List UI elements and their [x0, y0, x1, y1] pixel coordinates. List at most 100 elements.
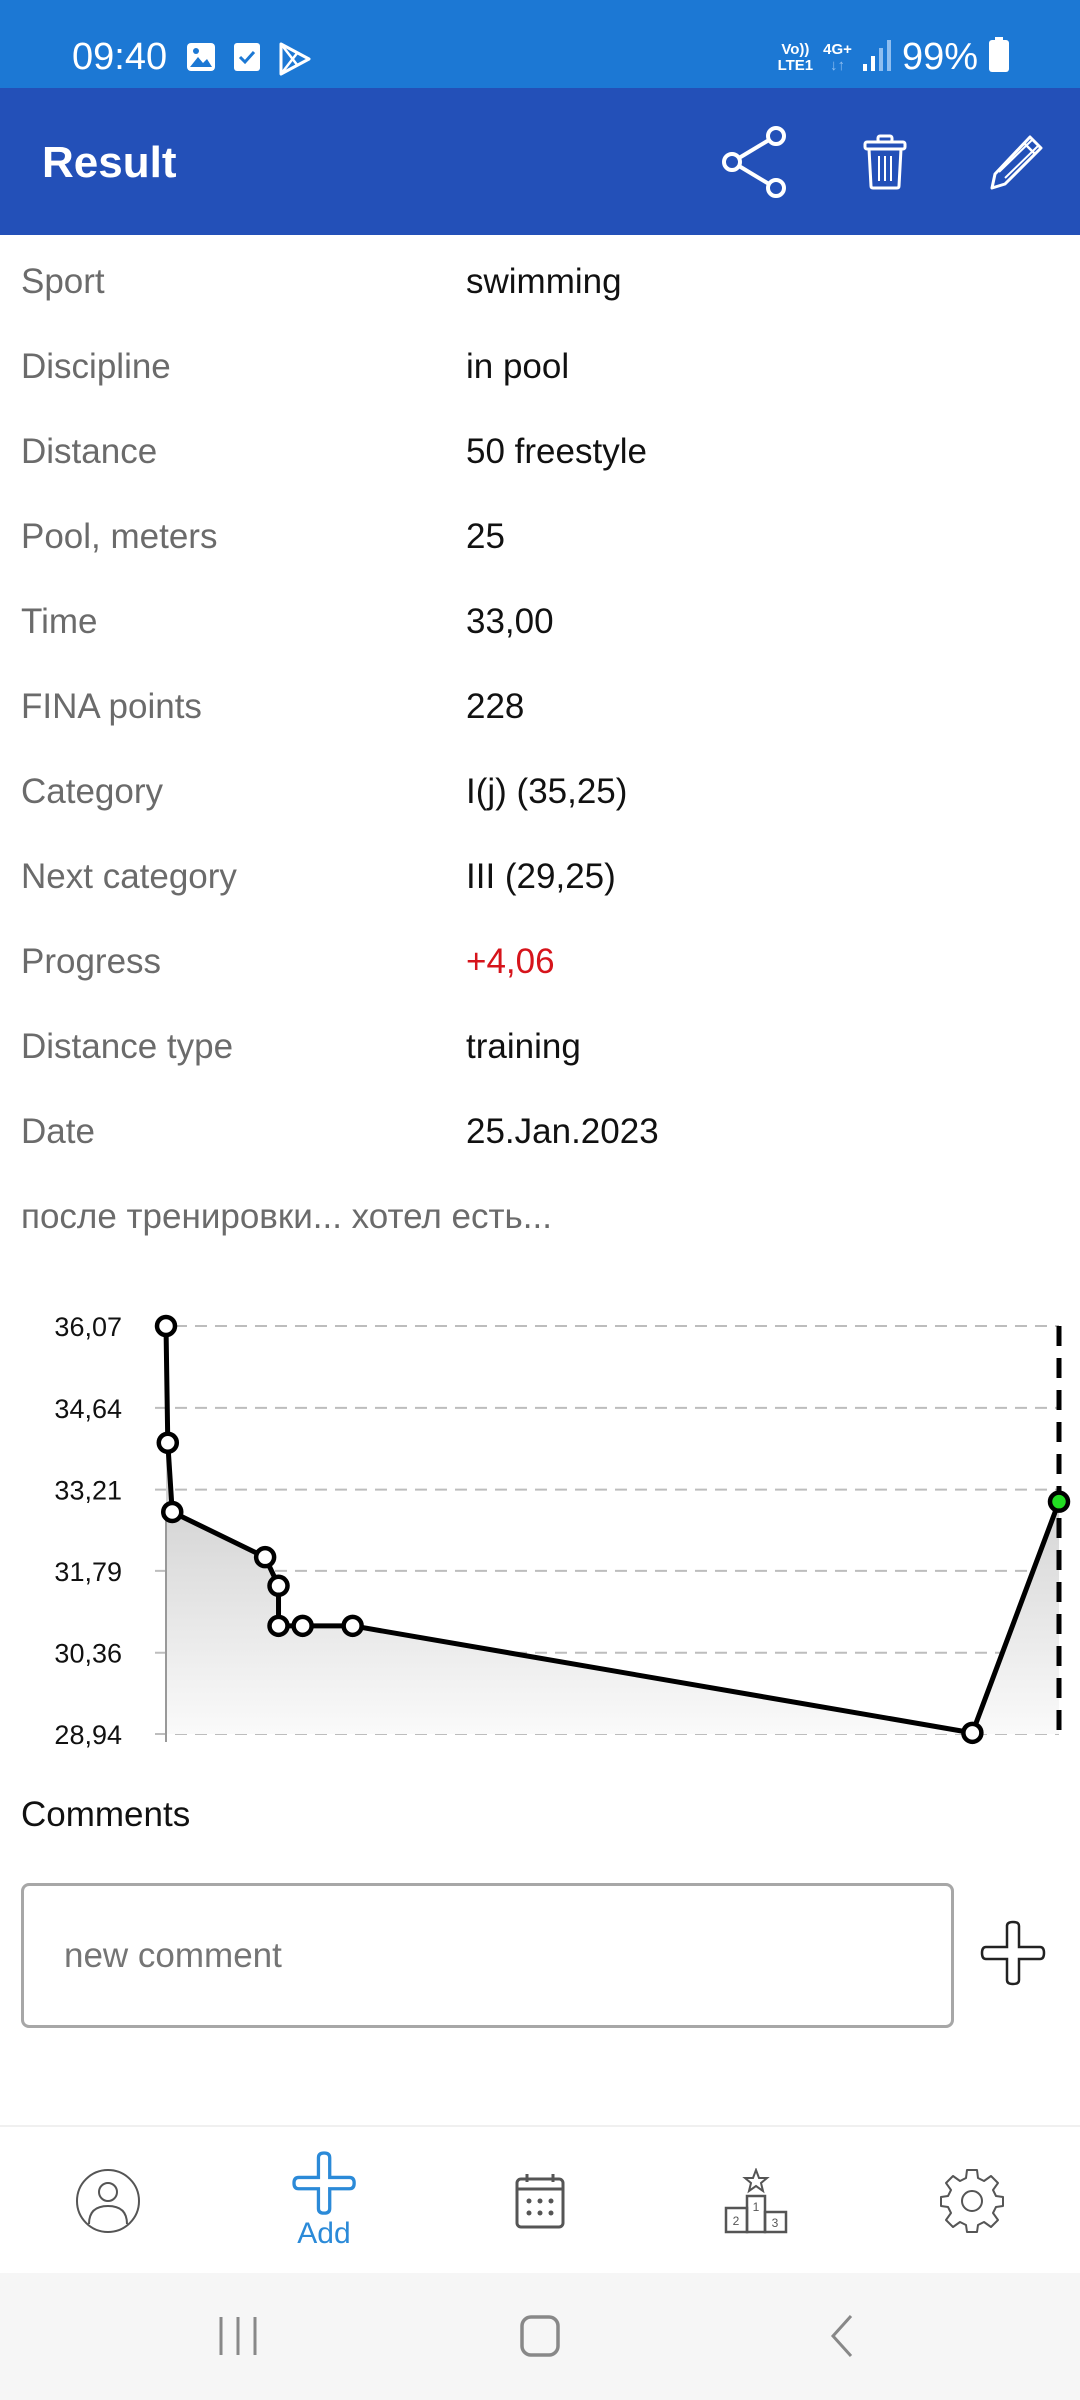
network-indicator: 4G+ ↓↑	[823, 40, 852, 74]
detail-label: Sport	[21, 262, 105, 301]
calendar-icon	[515, 2174, 565, 2229]
volte-indicator: Vo)) LTE1	[777, 40, 814, 74]
nav-add-label: Add	[297, 2217, 351, 2250]
svg-text:3: 3	[772, 2216, 779, 2230]
detail-row-distance: Distance 50 freestyle	[0, 412, 1080, 497]
page-title: Result	[42, 138, 177, 187]
volte-bottom: LTE1	[777, 56, 814, 74]
recent-apps-button[interactable]	[198, 2303, 278, 2369]
detail-row-time: Time 33,00	[0, 582, 1080, 667]
data-point[interactable]	[291, 1614, 314, 1638]
detail-label: Next category	[21, 857, 237, 896]
current-result-point[interactable]	[1047, 1490, 1071, 1513]
nav-add[interactable]: Add	[216, 2127, 432, 2275]
detail-row-category: Category I(j) (35,25)	[0, 752, 1080, 837]
progress-chart: 36,07 34,64 33,21 31,79 30,36 28,94	[54, 1312, 1071, 1750]
detail-row-pool: Pool, meters 25	[0, 497, 1080, 582]
back-button[interactable]	[802, 2303, 882, 2369]
play-store-icon	[278, 42, 312, 81]
detail-value: swimming	[466, 262, 622, 301]
detail-value: 50 freestyle	[466, 432, 647, 471]
share-button[interactable]	[716, 124, 792, 200]
detail-value: III (29,25)	[466, 857, 616, 896]
profile-icon	[76, 2169, 140, 2233]
nav-profile[interactable]	[0, 2127, 216, 2275]
share-icon	[722, 126, 786, 198]
battery-icon	[988, 37, 1010, 78]
detail-row-fina-points: FINA points 228	[0, 667, 1080, 752]
detail-label: Distance	[21, 432, 158, 471]
detail-row-date: Date 25.Jan.2023	[0, 1092, 1080, 1177]
detail-value: I(j) (35,25)	[466, 772, 628, 811]
detail-label: Date	[21, 1112, 95, 1151]
detail-row-sport: Sport swimming	[0, 242, 1080, 327]
add-comment-button[interactable]	[980, 1920, 1046, 1986]
svg-text:1: 1	[753, 2200, 760, 2214]
detail-value: training	[466, 1027, 581, 1066]
detail-value: 25	[466, 517, 505, 556]
battery-percent: 99%	[901, 36, 978, 78]
network-label: 4G+	[823, 40, 852, 58]
delete-button[interactable]	[847, 124, 923, 200]
podium-icon: 1 2 3	[724, 2168, 788, 2234]
detail-label: FINA points	[21, 687, 202, 726]
home-icon	[520, 2315, 560, 2357]
detail-label: Progress	[21, 942, 162, 981]
network-arrows: ↓↑	[830, 56, 846, 74]
detail-row-next-category: Next category III (29,25)	[0, 837, 1080, 922]
y-tick-label: 33,21	[54, 1476, 122, 1506]
detail-row-discipline: Discipline in pool	[0, 327, 1080, 412]
status-bar: 09:40 Vo)) LTE1 4G+ ↓↑ 99%	[0, 0, 1080, 88]
pencil-icon	[990, 135, 1043, 190]
data-point[interactable]	[267, 1574, 290, 1598]
nav-calendar[interactable]	[432, 2127, 648, 2275]
y-tick-label: 36,07	[54, 1312, 122, 1342]
back-icon	[830, 2314, 853, 2358]
data-point[interactable]	[253, 1545, 277, 1569]
result-details: Sport swimming Discipline in pool Distance…	[0, 242, 1080, 1177]
plus-icon	[980, 1920, 1046, 1986]
detail-label: Distance type	[21, 1027, 234, 1066]
system-navigation-bar	[0, 2273, 1080, 2400]
detail-value: in pool	[466, 347, 570, 386]
detail-value: 25.Jan.2023	[466, 1112, 659, 1151]
result-note: после тренировки... хотел есть...	[21, 1197, 552, 1236]
edit-button[interactable]	[978, 124, 1054, 200]
status-time: 09:40	[72, 36, 168, 78]
detail-row-distance-type: Distance type training	[0, 1007, 1080, 1092]
chart-y-axis: 36,07 34,64 33,21 31,79 30,36 28,94	[54, 1312, 122, 1750]
gallery-icon	[186, 42, 216, 77]
signal-icon	[862, 38, 892, 77]
data-point[interactable]	[341, 1614, 364, 1638]
data-point[interactable]	[154, 1314, 178, 1338]
data-point[interactable]	[267, 1614, 290, 1638]
detail-label: Discipline	[21, 347, 171, 386]
y-tick-label: 28,94	[54, 1720, 122, 1750]
svg-text:2: 2	[733, 2214, 740, 2228]
add-icon	[292, 2151, 356, 2215]
data-point[interactable]	[161, 1500, 184, 1524]
comment-input[interactable]	[21, 1883, 954, 2028]
checkbox-icon	[233, 42, 261, 77]
progress-value: +4,06	[466, 942, 555, 981]
detail-label: Category	[21, 772, 164, 811]
settings-icon	[940, 2169, 1004, 2233]
trash-icon	[863, 134, 907, 190]
detail-value: 228	[466, 687, 525, 726]
y-tick-label: 30,36	[54, 1639, 122, 1669]
home-button[interactable]	[500, 2303, 580, 2369]
y-tick-label: 31,79	[54, 1557, 122, 1587]
detail-label: Time	[21, 602, 98, 641]
status-right: Vo)) LTE1 4G+ ↓↑ 99%	[778, 36, 1010, 79]
y-tick-label: 34,64	[54, 1394, 122, 1424]
nav-rankings[interactable]: 1 2 3	[648, 2127, 864, 2275]
data-point[interactable]	[961, 1721, 984, 1745]
detail-row-progress: Progress +4,06	[0, 922, 1080, 1007]
app-bar: Result	[0, 88, 1080, 235]
volte-top: Vo))	[781, 40, 810, 58]
detail-label: Pool, meters	[21, 517, 218, 556]
nav-settings[interactable]	[864, 2127, 1080, 2275]
data-point[interactable]	[156, 1431, 180, 1454]
bottom-navigation: Add 1 2 3	[0, 2125, 1080, 2273]
recent-apps-icon	[219, 2317, 257, 2355]
